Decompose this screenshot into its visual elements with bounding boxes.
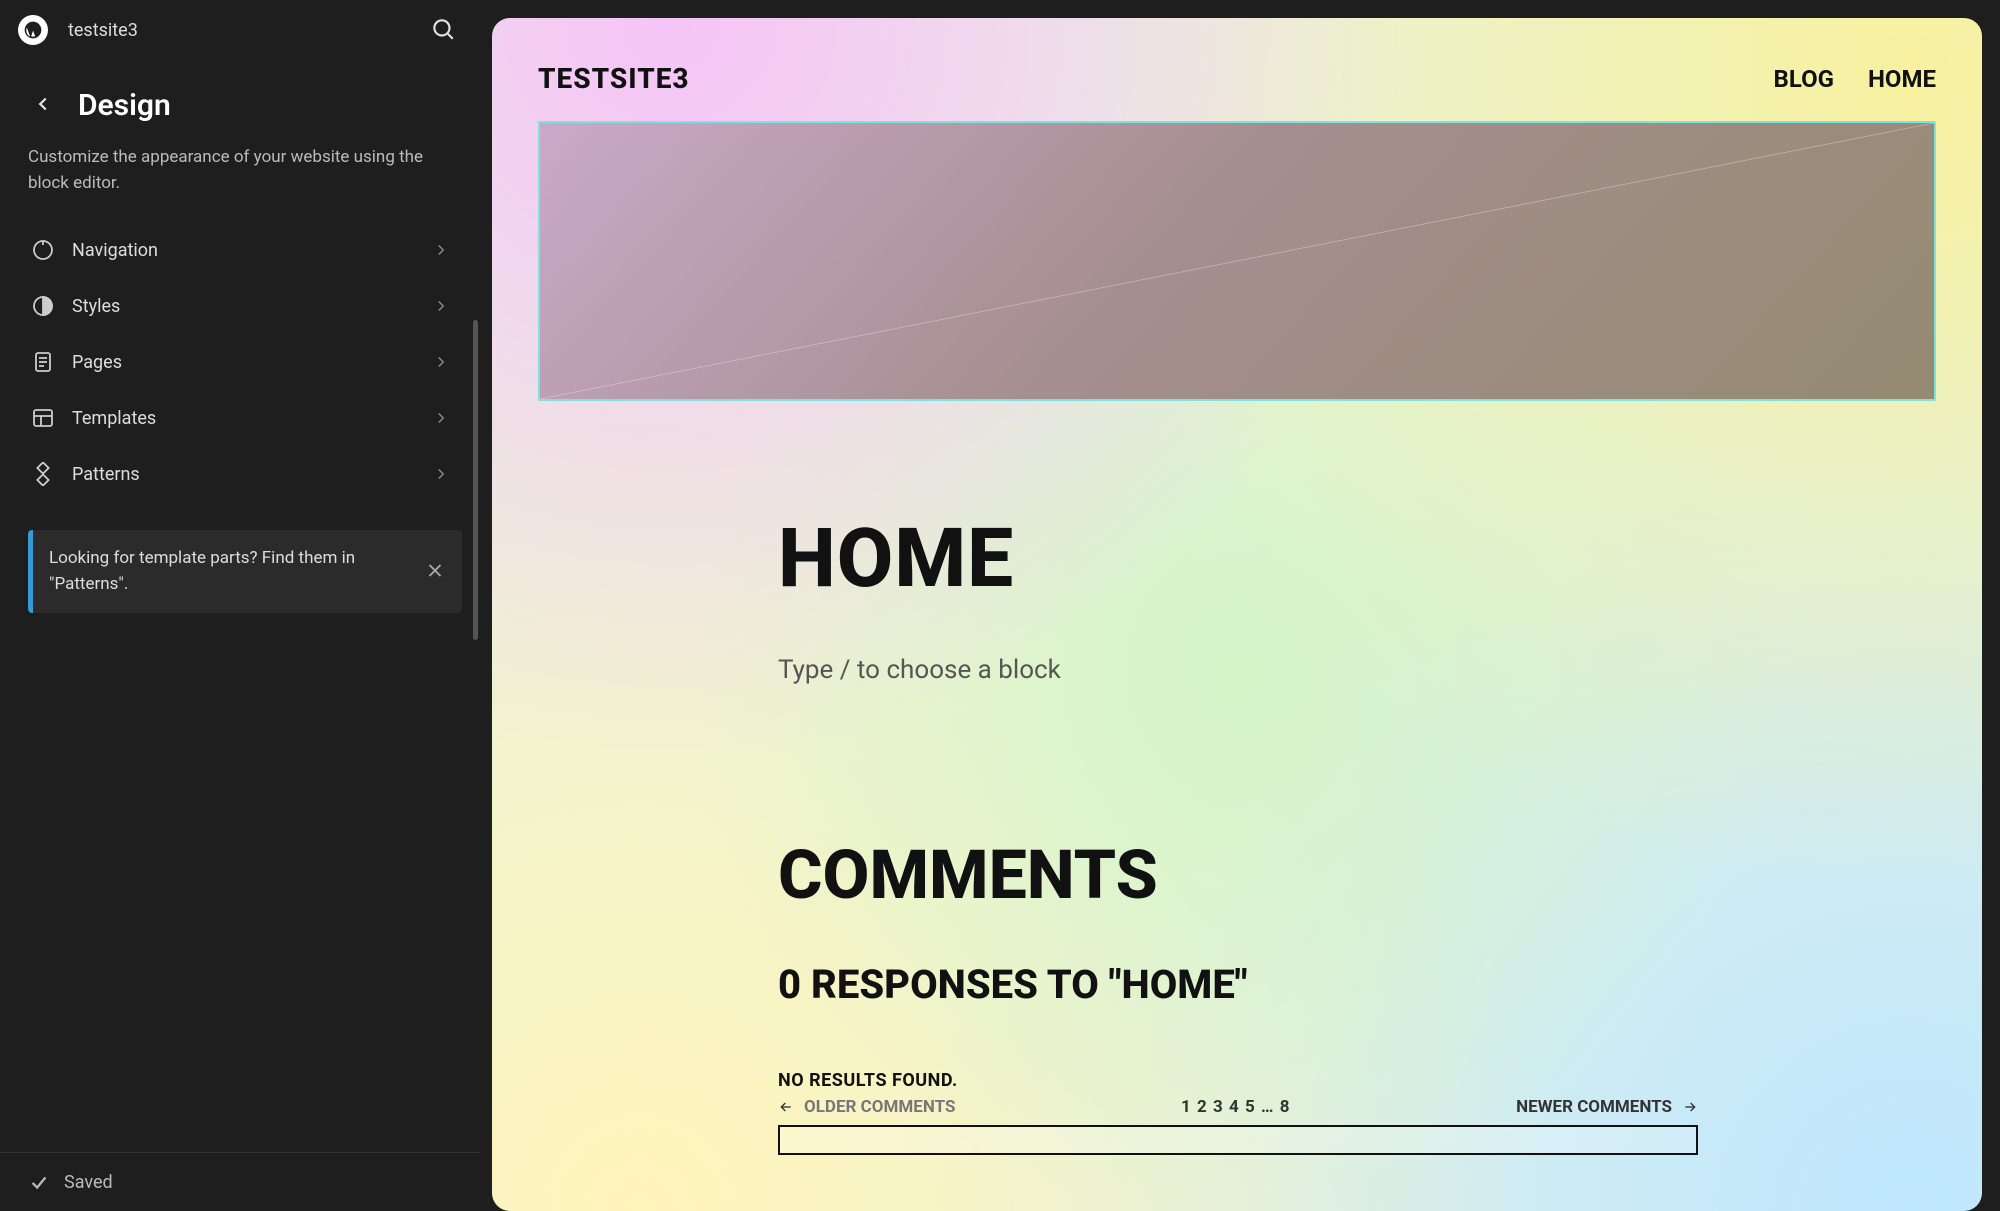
site-badge[interactable]: testsite3 [18, 15, 138, 45]
wordpress-logo-icon [18, 15, 48, 45]
nav-item-label: Patterns [72, 464, 416, 485]
chevron-left-icon [32, 93, 54, 115]
nav-link-blog[interactable]: BLOG [1774, 65, 1834, 93]
search-button[interactable] [424, 10, 462, 51]
chevron-right-icon [432, 409, 450, 427]
nav-item-label: Templates [72, 408, 416, 429]
chevron-right-icon [432, 297, 450, 315]
save-status-label: Saved [64, 1172, 113, 1193]
back-button[interactable] [28, 89, 58, 122]
comment-form-placeholder[interactable] [778, 1125, 1698, 1155]
newer-comments-link[interactable]: NEWER COMMENTS [1516, 1097, 1698, 1117]
older-comments-label: OLDER COMMENTS [804, 1097, 955, 1117]
preview-site-header: TESTSITE3 BLOG HOME [492, 18, 1982, 115]
older-comments-link[interactable]: OLDER COMMENTS [778, 1097, 955, 1117]
check-icon [28, 1171, 50, 1193]
comments-heading[interactable]: COMMENTS [778, 835, 1936, 915]
nav-item-pages[interactable]: Pages [18, 334, 462, 390]
info-notice: Looking for template parts? Find them in… [28, 530, 462, 613]
preview-site-title[interactable]: TESTSITE3 [538, 62, 690, 95]
notice-text: Looking for template parts? Find them in… [49, 548, 355, 594]
chevron-right-icon [432, 241, 450, 259]
nav-link-home[interactable]: HOME [1868, 65, 1936, 93]
nav-item-navigation[interactable]: Navigation [18, 222, 462, 278]
arrow-right-icon [1682, 1099, 1698, 1115]
nav-item-label: Styles [72, 296, 416, 317]
scrollbar-thumb[interactable] [473, 320, 478, 640]
preview-wrapper: TESTSITE3 BLOG HOME HOME Type / to choos… [480, 0, 2000, 1211]
comments-pagination: OLDER COMMENTS 1 2 3 4 5 … 8 NEWER COMME… [778, 1097, 1698, 1117]
notice-dismiss-button[interactable] [418, 553, 452, 590]
panel-title: Design [78, 88, 171, 123]
save-status: Saved [0, 1152, 480, 1211]
sidebar-topbar: testsite3 [0, 0, 480, 60]
responses-heading[interactable]: 0 RESPONSES TO "HOME" [778, 961, 1936, 1008]
editor-sidebar: testsite3 Design Customize the appearanc… [0, 0, 480, 1211]
page-icon [30, 349, 56, 375]
nav-item-label: Pages [72, 352, 416, 373]
newer-comments-label: NEWER COMMENTS [1516, 1097, 1672, 1117]
search-icon [430, 16, 456, 42]
arrow-left-icon [778, 1099, 794, 1115]
nav-item-patterns[interactable]: Patterns [18, 446, 462, 502]
chevron-right-icon [432, 465, 450, 483]
nav-item-styles[interactable]: Styles [18, 278, 462, 334]
contrast-icon [30, 293, 56, 319]
preview-page-title[interactable]: HOME [778, 511, 1936, 607]
panel-description: Customize the appearance of your website… [0, 135, 480, 222]
layout-icon [30, 405, 56, 431]
design-nav-list: Navigation Styles Pages Templates [0, 222, 480, 502]
preview-page-body: HOME Type / to choose a block COMMENTS 0… [492, 401, 1982, 1155]
patterns-icon [30, 461, 56, 487]
featured-image-placeholder[interactable] [538, 121, 1936, 401]
nav-item-label: Navigation [72, 240, 416, 261]
pagination-numbers[interactable]: 1 2 3 4 5 … 8 [1181, 1097, 1290, 1117]
nav-item-templates[interactable]: Templates [18, 390, 462, 446]
panel-header: Design [0, 60, 480, 135]
no-results-text: NO RESULTS FOUND. [778, 1070, 1936, 1091]
compass-icon [30, 237, 56, 263]
site-name-label: testsite3 [68, 20, 138, 41]
close-icon [424, 559, 446, 581]
block-inserter-prompt[interactable]: Type / to choose a block [778, 655, 1936, 685]
site-preview-canvas[interactable]: TESTSITE3 BLOG HOME HOME Type / to choos… [492, 18, 1982, 1211]
chevron-right-icon [432, 353, 450, 371]
preview-site-nav: BLOG HOME [1774, 65, 1936, 93]
